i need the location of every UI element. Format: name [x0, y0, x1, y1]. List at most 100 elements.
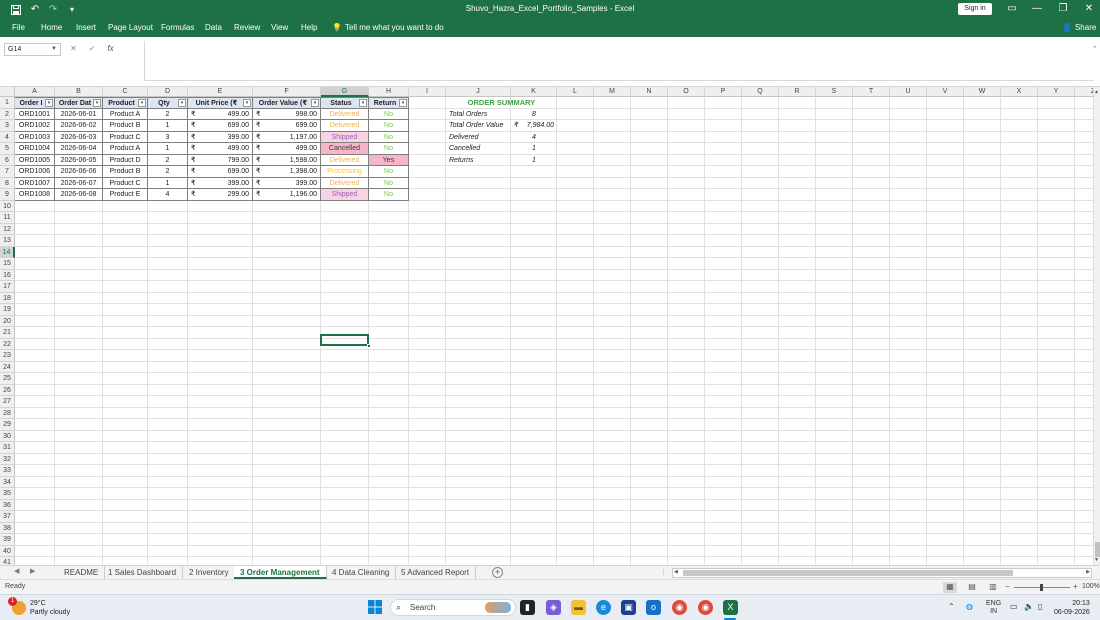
qty-cell[interactable]: 2 [148, 166, 188, 178]
tab-review[interactable]: Review [234, 23, 260, 32]
order-date-cell[interactable]: 2026-06-02 [55, 120, 103, 132]
status-cell[interactable]: Cancelled [321, 143, 369, 155]
row-header-16[interactable]: 16 [0, 269, 15, 281]
status-cell[interactable]: Delivered [321, 108, 369, 120]
order-value-cell[interactable]: 1,598.00 ₹ [253, 154, 321, 166]
row-header-15[interactable]: 15 [0, 258, 15, 270]
selected-cell-g14[interactable] [320, 334, 369, 346]
copilot-icon[interactable]: ◈ [546, 600, 561, 615]
column-header-x[interactable]: X [1001, 87, 1038, 97]
summary-label-cell[interactable]: Returns [446, 155, 511, 167]
row-header-25[interactable]: 25 [0, 373, 15, 385]
summary-label-cell[interactable]: Delivered [446, 132, 511, 144]
column-header-s[interactable]: S [816, 87, 853, 97]
column-header-t[interactable]: T [853, 87, 890, 97]
tab-file[interactable]: File [12, 23, 25, 32]
row-header-26[interactable]: 26 [0, 384, 15, 396]
prev-sheet-icon[interactable]: ◀ [14, 567, 19, 575]
order-id-cell[interactable]: ORD1001 [15, 108, 55, 120]
chrome-icon[interactable]: ◉ [672, 600, 687, 615]
filter-dropdown-icon[interactable]: ▾ [359, 99, 367, 107]
normal-view-icon[interactable]: ▦ [943, 582, 957, 593]
share-button[interactable]: 👤 Share [1062, 23, 1096, 32]
column-header-z[interactable]: Z [1075, 87, 1093, 97]
scroll-up-icon[interactable]: ▲ [1094, 89, 1099, 95]
row-header-21[interactable]: 21 [0, 327, 15, 339]
order-id-cell[interactable]: ORD1004 [15, 143, 55, 155]
tab-help[interactable]: Help [301, 23, 317, 32]
unit-price-cell[interactable]: 399.00 ₹ [188, 131, 253, 143]
row-header-10[interactable]: 10 [0, 200, 15, 212]
order-value-cell[interactable]: 699.00 ₹ [253, 120, 321, 132]
summary-value-cell[interactable]: 8 [511, 109, 557, 121]
row-header-11[interactable]: 11 [0, 212, 15, 224]
filter-dropdown-icon[interactable]: ▾ [93, 99, 101, 107]
return-cell[interactable]: No [369, 166, 409, 178]
product-cell[interactable]: Product A [103, 143, 148, 155]
sheet-tab-5[interactable]: 4 Data Cleaning [326, 566, 397, 579]
insert-function-icon[interactable]: fx [107, 44, 113, 53]
column-header-c[interactable]: C [103, 87, 148, 97]
page-break-preview-icon[interactable]: ▥ [986, 582, 1000, 593]
unit-price-cell[interactable]: 399.00 ₹ [188, 177, 253, 189]
table-header-cell[interactable]: Product ▾ [103, 97, 148, 109]
select-all-corner[interactable] [0, 87, 15, 97]
summary-label-cell[interactable]: Total Order Value [446, 120, 511, 132]
return-cell[interactable]: No [369, 189, 409, 201]
column-header-f[interactable]: F [253, 87, 321, 97]
order-id-cell[interactable]: ORD1003 [15, 131, 55, 143]
column-header-o[interactable]: O [668, 87, 705, 97]
tab-page-layout[interactable]: Page Layout [108, 23, 153, 32]
row-header-34[interactable]: 34 [0, 476, 15, 488]
product-cell[interactable]: Product D [103, 154, 148, 166]
unit-price-cell[interactable]: 499.00 ₹ [188, 143, 253, 155]
file-explorer-icon[interactable]: ▬ [571, 600, 586, 615]
column-header-r[interactable]: R [779, 87, 816, 97]
row-header-1[interactable]: 1 [0, 97, 15, 109]
collapse-formula-bar-icon[interactable]: ⌃ [1092, 45, 1098, 53]
zoom-out-icon[interactable]: − [1005, 582, 1010, 591]
row-header-40[interactable]: 40 [0, 545, 15, 557]
order-date-cell[interactable]: 2026-06-04 [55, 143, 103, 155]
table-header-cell[interactable]: Order Value (₹ ▾ [253, 97, 321, 109]
horizontal-scroll-thumb[interactable] [683, 570, 1013, 576]
order-id-cell[interactable]: ORD1005 [15, 154, 55, 166]
unit-price-cell[interactable]: 699.00 ₹ [188, 120, 253, 132]
order-value-cell[interactable]: 1,398.00 ₹ [253, 166, 321, 178]
table-header-cell[interactable]: Status ▾ [321, 97, 369, 109]
order-value-cell[interactable]: 1,196.00 ₹ [253, 189, 321, 201]
return-cell[interactable]: No [369, 177, 409, 189]
row-header-12[interactable]: 12 [0, 223, 15, 235]
row-header-13[interactable]: 13 [0, 235, 15, 247]
edge-browser-icon[interactable]: e [596, 600, 611, 615]
sheet-tab-1[interactable]: README [58, 566, 106, 579]
row-header-36[interactable]: 36 [0, 499, 15, 511]
summary-value-cell[interactable]: 1 [511, 155, 557, 167]
row-header-29[interactable]: 29 [0, 419, 15, 431]
status-cell[interactable]: Processing [321, 166, 369, 178]
column-header-i[interactable]: I [409, 87, 446, 97]
qty-cell[interactable]: 1 [148, 177, 188, 189]
filter-dropdown-icon[interactable]: ▾ [138, 99, 146, 107]
order-date-cell[interactable]: 2026-06-03 [55, 131, 103, 143]
tab-view[interactable]: View [271, 23, 288, 32]
table-header-cell[interactable]: Return ▾ [369, 97, 409, 109]
order-id-cell[interactable]: ORD1008 [15, 189, 55, 201]
column-header-u[interactable]: U [890, 87, 927, 97]
column-header-h[interactable]: H [369, 87, 409, 97]
unit-price-cell[interactable]: 799.00 ₹ [188, 154, 253, 166]
qty-cell[interactable]: 2 [148, 108, 188, 120]
cancel-icon[interactable]: ✕ [70, 44, 77, 53]
product-cell[interactable]: Product C [103, 177, 148, 189]
scroll-left-icon[interactable]: ◀ [674, 569, 678, 575]
qty-cell[interactable]: 1 [148, 120, 188, 132]
summary-label-cell[interactable]: Total Orders [446, 109, 511, 121]
status-cell[interactable]: Delivered [321, 120, 369, 132]
product-cell[interactable]: Product E [103, 189, 148, 201]
order-value-cell[interactable]: 1,197.00 ₹ [253, 131, 321, 143]
column-header-k[interactable]: K [511, 87, 557, 97]
filter-dropdown-icon[interactable]: ▾ [399, 99, 407, 107]
row-header-32[interactable]: 32 [0, 453, 15, 465]
return-cell[interactable]: No [369, 108, 409, 120]
unit-price-cell[interactable]: 499.00 ₹ [188, 108, 253, 120]
